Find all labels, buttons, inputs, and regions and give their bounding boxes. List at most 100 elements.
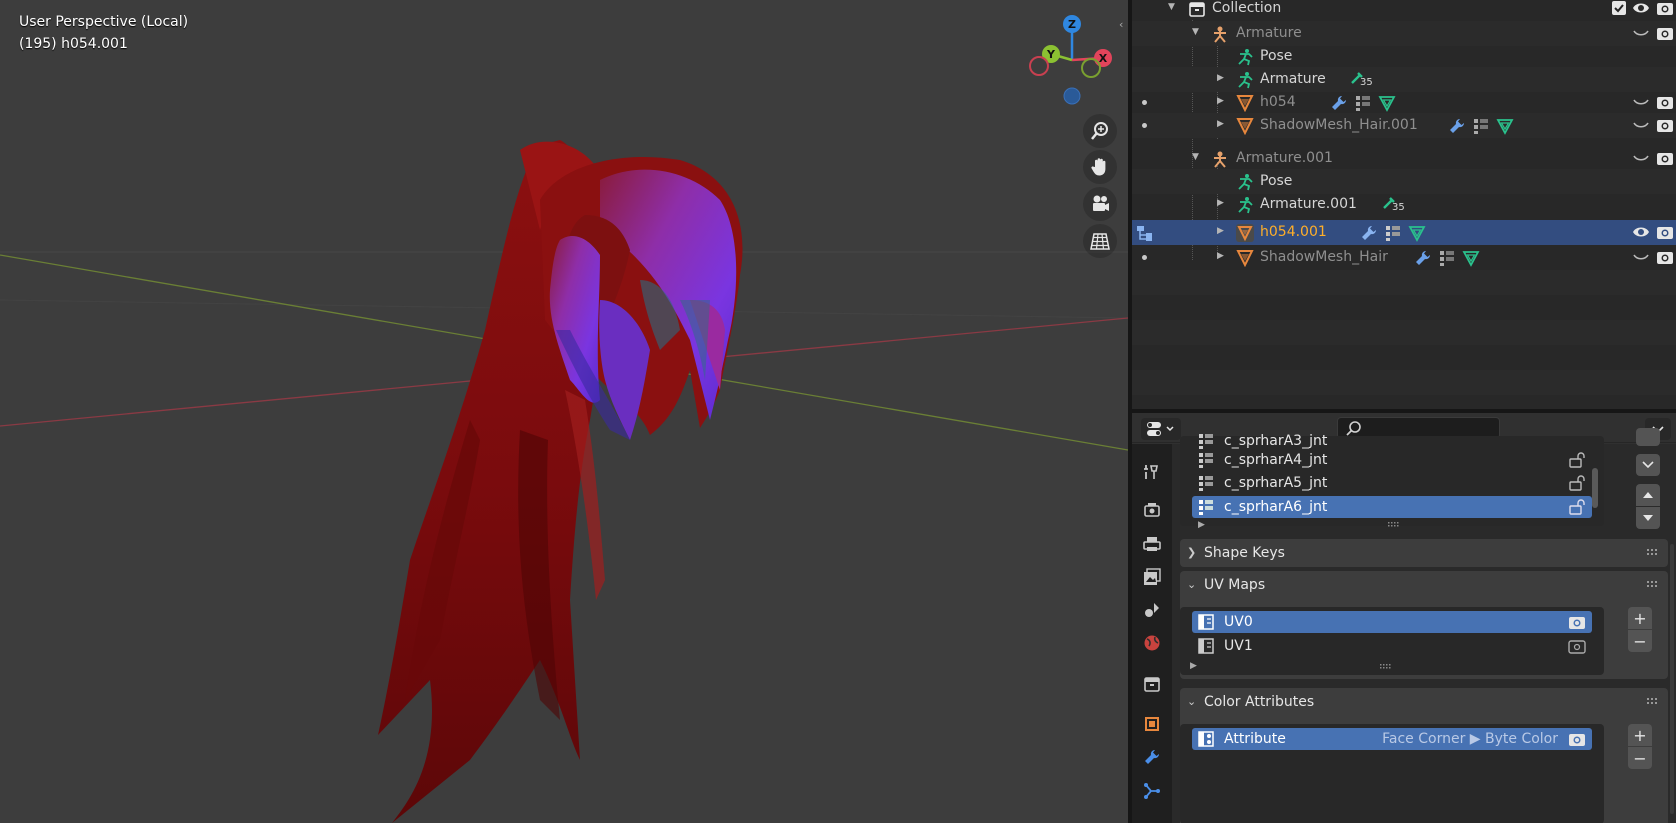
add-uv-map-button[interactable]: +: [1628, 607, 1652, 629]
outliner-row-pose[interactable]: Pose: [1132, 44, 1676, 69]
expand-arrow-icon[interactable]: ▶: [1217, 96, 1224, 106]
3d-viewport[interactable]: User Perspective (Local) (195) h054.001 …: [0, 0, 1128, 823]
outliner-row-h054[interactable]: ▶ h054: [1132, 90, 1676, 115]
navigation-gizmo[interactable]: Z X Y: [1014, 10, 1114, 110]
outliner-row-armature-data[interactable]: ▶ Armature 35: [1132, 67, 1676, 92]
eye-closed-icon[interactable]: [1632, 150, 1650, 166]
camera-render-icon[interactable]: [1656, 224, 1674, 240]
eye-icon[interactable]: [1632, 0, 1650, 16]
expand-arrow-icon[interactable]: ▶: [1217, 226, 1224, 236]
camera-render-icon[interactable]: [1656, 0, 1674, 16]
plus-icon: +: [1633, 608, 1647, 628]
filter-expand-icon[interactable]: ▶: [1198, 520, 1205, 530]
list-item-selected[interactable]: c_sprharA6_jnt: [1192, 496, 1592, 518]
lock-open-icon[interactable]: [1568, 499, 1586, 515]
panel-uv-maps[interactable]: ⌄ UV Maps: [1180, 571, 1668, 599]
tab-modifiers[interactable]: [1138, 743, 1166, 771]
camera-render-icon[interactable]: [1656, 249, 1674, 265]
resize-grip-icon[interactable]: [1387, 521, 1401, 529]
gizmo-neg-z[interactable]: [1063, 87, 1081, 105]
outliner-row-collection[interactable]: ▼ Collection: [1132, 0, 1676, 21]
specials-menu-button[interactable]: [1636, 454, 1660, 476]
lock-open-icon[interactable]: [1568, 452, 1586, 468]
outliner[interactable]: ▼ Collection ▼ Armature Pose ▶ Armature …: [1132, 0, 1676, 409]
gizmo-neg-y[interactable]: [1081, 58, 1101, 78]
camera-render-icon[interactable]: [1656, 117, 1674, 133]
outliner-row-armature-001-data[interactable]: ▶ Armature.001 35: [1132, 192, 1676, 217]
ortho-toggle-button[interactable]: [1083, 224, 1117, 258]
sidebar-collapse-arrow-icon[interactable]: ‹: [1119, 18, 1128, 34]
camera-render-icon[interactable]: [1656, 94, 1674, 110]
expand-arrow-icon[interactable]: ▼: [1192, 27, 1199, 37]
zoom-button[interactable]: [1083, 114, 1117, 148]
tab-tool[interactable]: [1138, 458, 1166, 486]
list-scrollbar[interactable]: [1592, 468, 1598, 508]
expand-arrow-icon[interactable]: ▶: [1217, 251, 1224, 261]
outliner-row-pose-001[interactable]: Pose: [1132, 169, 1676, 194]
tab-output[interactable]: [1138, 530, 1166, 558]
tab-scene[interactable]: [1138, 596, 1166, 624]
move-down-button[interactable]: [1636, 507, 1660, 529]
hair-mesh[interactable]: [378, 140, 743, 823]
camera-render-icon[interactable]: [1656, 150, 1674, 166]
outliner-row-armature-001[interactable]: ▼ Armature.001: [1132, 146, 1676, 171]
panel-color-attributes[interactable]: ⌄ Color Attributes: [1180, 688, 1668, 716]
vertex-groups-list[interactable]: c_sprharA3_jnt c_sprharA4_jnt c_sprharA5…: [1180, 433, 1604, 530]
attribute-type: Byte Color: [1485, 731, 1558, 747]
expand-arrow-icon[interactable]: ▶: [1217, 73, 1224, 83]
pan-button[interactable]: [1083, 150, 1117, 184]
list-item[interactable]: UV1: [1192, 635, 1592, 657]
outliner-row-h054-001[interactable]: ▶ h054.001: [1132, 220, 1676, 245]
vertex-groups-icon: [1474, 119, 1488, 134]
expand-arrow-icon[interactable]: ▼: [1192, 152, 1199, 162]
tab-object[interactable]: [1138, 710, 1166, 738]
add-color-attribute-button[interactable]: +: [1628, 724, 1652, 746]
tab-particles[interactable]: [1138, 777, 1166, 805]
hierarchy-icon[interactable]: [1136, 224, 1154, 242]
eye-closed-icon[interactable]: [1632, 25, 1650, 41]
camera-render-off-icon[interactable]: [1568, 638, 1586, 654]
drag-grip-icon[interactable]: [1646, 579, 1660, 589]
remove-uv-map-button[interactable]: −: [1628, 630, 1652, 652]
tab-render[interactable]: [1138, 496, 1166, 524]
eye-closed-icon[interactable]: [1632, 94, 1650, 110]
tab-collection[interactable]: [1138, 670, 1166, 698]
gizmo-y-label: Y: [1046, 48, 1056, 61]
drag-grip-icon[interactable]: [1646, 547, 1660, 557]
list-item-selected[interactable]: UV0: [1192, 611, 1592, 633]
editor-type-dropdown[interactable]: [1141, 418, 1181, 440]
properties-scrollbar[interactable]: [1670, 544, 1674, 814]
move-up-button[interactable]: [1636, 484, 1660, 506]
panel-shape-keys[interactable]: ❯ Shape Keys: [1180, 539, 1668, 567]
filter-expand-icon[interactable]: ▶: [1190, 661, 1197, 671]
drag-grip-icon[interactable]: [1646, 696, 1660, 706]
outliner-row-armature[interactable]: ▼ Armature: [1132, 21, 1676, 46]
list-item[interactable]: c_sprharA4_jnt: [1192, 449, 1592, 471]
lock-open-icon[interactable]: [1568, 475, 1586, 491]
outliner-row-shadowmesh-hair[interactable]: ▶ ShadowMesh_Hair: [1132, 245, 1676, 270]
gizmo-neg-x[interactable]: [1029, 56, 1049, 76]
expand-arrow-icon[interactable]: ▶: [1217, 198, 1224, 208]
camera-render-icon[interactable]: [1656, 25, 1674, 41]
list-options-button[interactable]: [1636, 428, 1660, 446]
expand-arrow-icon[interactable]: ▶: [1217, 119, 1224, 129]
eye-closed-icon[interactable]: [1632, 117, 1650, 133]
camera-render-icon[interactable]: [1568, 731, 1586, 747]
list-item-selected[interactable]: Attribute Face Corner ▶ Byte Color: [1192, 728, 1592, 750]
tab-world[interactable]: [1138, 629, 1166, 657]
vertex-group-label: c_sprharA3_jnt: [1224, 433, 1328, 449]
camera-render-icon[interactable]: [1568, 614, 1586, 630]
outliner-row-shadowmesh-hair-001[interactable]: ▶ ShadowMesh_Hair.001: [1132, 113, 1676, 138]
eye-icon[interactable]: [1632, 224, 1650, 240]
resize-grip-icon[interactable]: [1379, 663, 1393, 671]
tab-view-layer[interactable]: [1138, 563, 1166, 591]
camera-view-button[interactable]: [1083, 187, 1117, 221]
checkbox-icon[interactable]: [1610, 0, 1628, 16]
remove-color-attribute-button[interactable]: −: [1628, 747, 1652, 769]
list-item[interactable]: c_sprharA5_jnt: [1192, 472, 1592, 494]
color-attributes-list[interactable]: Attribute Face Corner ▶ Byte Color: [1180, 724, 1604, 823]
properties-editor[interactable]: c_sprharA3_jnt c_sprharA4_jnt c_sprharA5…: [1132, 413, 1676, 823]
eye-closed-icon[interactable]: [1632, 249, 1650, 265]
uv-maps-list[interactable]: UV0 UV1 ▶: [1180, 607, 1604, 675]
expand-arrow-icon[interactable]: ▼: [1168, 2, 1175, 12]
